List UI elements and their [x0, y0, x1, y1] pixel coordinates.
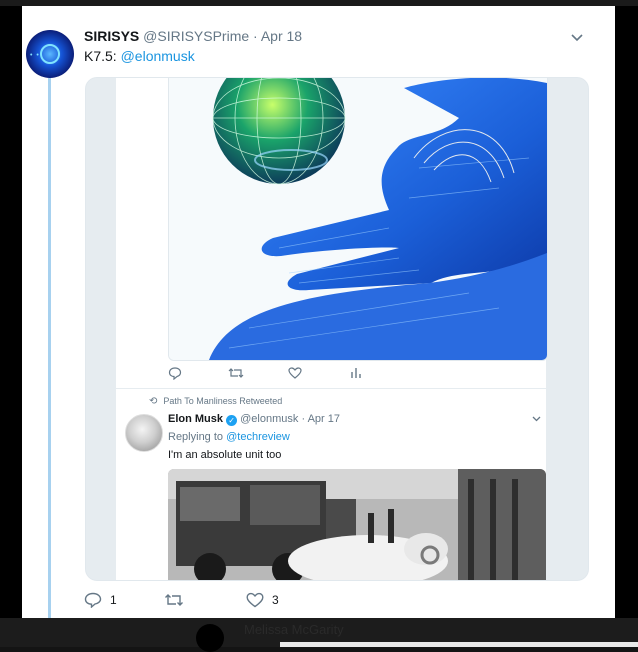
header-separator: · [253, 28, 258, 44]
divider [116, 388, 546, 389]
embedded-tweet-actions [168, 366, 368, 386]
right-dark-margin [615, 6, 638, 618]
robot-hand-globe-image[interactable] [168, 78, 548, 361]
heart-icon[interactable] [288, 366, 302, 383]
author-name[interactable]: SIRISYS [84, 28, 139, 44]
replying-to-label: Replying to [168, 431, 224, 443]
retweet-icon[interactable] [228, 366, 244, 383]
avatar-ring-icon [40, 44, 60, 64]
tweet-text: K7.5: @elonmusk [84, 48, 195, 64]
tweet-header: SIRISYS @SIRISYSPrime · Apr 18 [84, 28, 302, 44]
replying-to-line: Replying to @techreview [168, 431, 290, 443]
background-user-name: Melissa McGarity [244, 622, 344, 637]
nested-tweet-date[interactable]: Apr 17 [308, 413, 340, 425]
like-count: 3 [272, 593, 279, 607]
background-light-strip [280, 642, 638, 647]
reply-count: 1 [110, 593, 117, 607]
background-avatar [196, 624, 224, 652]
retweet-context-label: Path To Manliness Retweeted [163, 396, 283, 406]
like-heart-icon [246, 592, 264, 608]
background-timeline-strip: Melissa McGarity [0, 618, 638, 652]
thread-connector-line [48, 78, 51, 618]
elon-musk-avatar[interactable] [125, 414, 163, 452]
nested-header-separator: · [301, 413, 306, 425]
reply-bubble-icon [84, 592, 102, 609]
tweet-text-prefix: K7.5: [84, 48, 117, 64]
tweet-actions: 1 3 [84, 592, 344, 612]
like-action[interactable]: 3 [246, 592, 279, 610]
nested-author-name[interactable]: Elon Musk [168, 413, 223, 425]
reply-icon[interactable] [168, 366, 182, 383]
retweet-context[interactable]: ⟲ Path To Manliness Retweeted [149, 396, 282, 407]
verified-badge-icon: ✓ [226, 415, 238, 426]
avatar-dots-icon: • • [30, 52, 40, 59]
reply-action[interactable]: 1 [84, 592, 117, 610]
embedded-timeline: ⟲ Path To Manliness Retweeted Elon Musk ✓… [116, 78, 548, 580]
chevron-down-icon[interactable] [570, 30, 584, 44]
sheep-photo-image[interactable] [168, 469, 546, 580]
nested-chevron-down-icon[interactable] [531, 413, 542, 427]
mention-link[interactable]: @elonmusk [121, 48, 195, 64]
tweet-date[interactable]: Apr 18 [261, 28, 302, 44]
retweet-small-icon: ⟲ [149, 396, 158, 407]
embedded-screenshot-card[interactable]: ⟲ Path To Manliness Retweeted Elon Musk ✓… [85, 77, 589, 581]
nested-author-handle[interactable]: @elonmusk [240, 413, 298, 425]
nested-tweet-text: I'm an absolute unit too [168, 449, 282, 461]
replying-to-link[interactable]: @techreview [226, 431, 290, 443]
retweet-arrows-icon [165, 594, 183, 606]
author-handle[interactable]: @SIRISYSPrime [143, 28, 249, 44]
sirisys-avatar[interactable]: • • [26, 30, 74, 78]
retweet-action[interactable] [164, 592, 184, 610]
analytics-icon[interactable] [350, 366, 362, 383]
nested-tweet-header: Elon Musk ✓ @elonmusk · Apr 17 [168, 413, 340, 426]
left-dark-margin [0, 6, 22, 618]
